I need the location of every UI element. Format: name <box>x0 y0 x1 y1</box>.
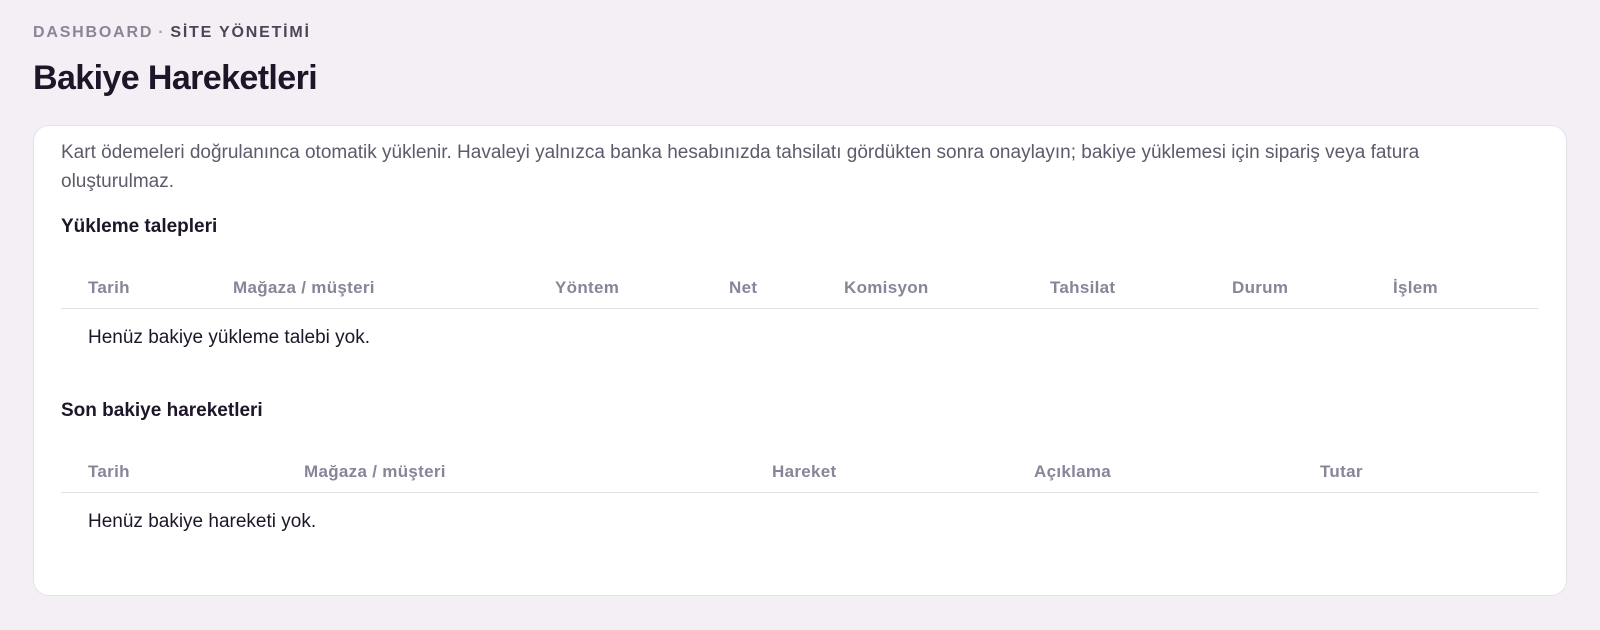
column-header-amount: Tutar <box>1320 461 1363 481</box>
column-header-net: Net <box>729 277 758 297</box>
empty-state-row: Henüz bakiye hareketi yok. <box>88 511 317 532</box>
column-header-commission: Komisyon <box>844 277 929 297</box>
page-title: Bakiye Hareketleri <box>33 59 318 97</box>
column-header-action: İşlem <box>1393 277 1438 297</box>
column-header-method: Yöntem <box>555 277 620 297</box>
column-header-description: Açıklama <box>1034 461 1112 481</box>
breadcrumb-separator: · <box>158 24 166 41</box>
topup-requests-title: Yükleme talepleri <box>61 216 218 237</box>
intro-text: Kart ödemeleri doğrulanınca otomatik yük… <box>61 142 1420 192</box>
table-header: Tarih Mağaza / müşteri Yöntem Net Komisy… <box>61 267 1538 309</box>
recent-movements-table: Tarih Mağaza / müşteri Hareket Açıklama … <box>61 451 1538 551</box>
breadcrumb: DASHBOARD · SİTE YÖNETİMİ <box>33 22 1567 44</box>
column-header-store-customer: Mağaza / müşteri <box>233 277 375 297</box>
recent-movements-title: Son bakiye hareketleri <box>61 400 263 421</box>
balance-card: Kart ödemeleri doğrulanınca otomatik yük… <box>33 125 1567 596</box>
column-header-date: Tarih <box>88 461 130 481</box>
page: DASHBOARD · SİTE YÖNETİMİ Bakiye Hareketle… <box>0 0 1600 630</box>
column-header-collection: Tahsilat <box>1050 277 1116 297</box>
column-header-status: Durum <box>1232 277 1289 297</box>
column-header-date: Tarih <box>88 277 130 297</box>
column-header-movement: Hareket <box>772 461 837 481</box>
table-header: Tarih Mağaza / müşteri Hareket Açıklama … <box>61 451 1538 493</box>
breadcrumb-root[interactable]: DASHBOARD <box>33 24 153 41</box>
empty-state-row: Henüz bakiye yükleme talebi yok. <box>88 327 370 348</box>
column-header-store-customer: Mağaza / müşteri <box>304 461 446 481</box>
topup-requests-table: Tarih Mağaza / müşteri Yöntem Net Komisy… <box>61 267 1538 367</box>
breadcrumb-current: SİTE YÖNETİMİ <box>170 24 311 41</box>
